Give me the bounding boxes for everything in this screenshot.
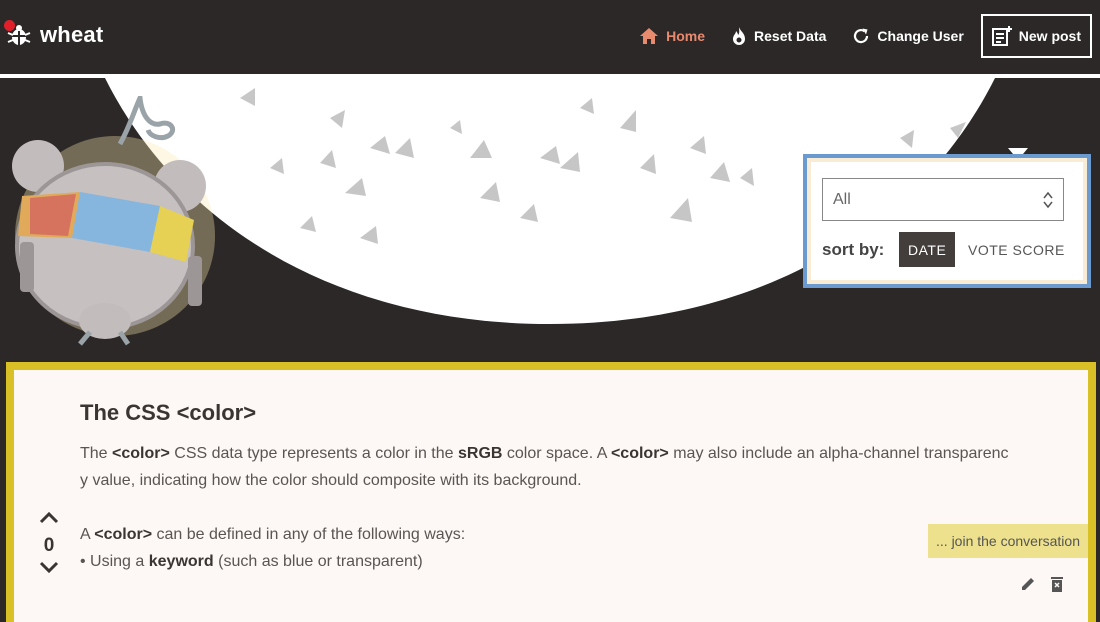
post-title[interactable]: The CSS <color> [80,400,256,426]
post-list-item: • Using a keyword (such as blue or trans… [80,548,1070,575]
new-post-label: New post [1018,28,1081,44]
mascot-illustration [12,96,215,346]
code-term: <color> [112,445,170,462]
text: The [80,445,113,462]
select-chevron-icon [1043,191,1053,208]
nav-home[interactable]: Home [626,14,718,58]
vote-score: 0 [43,535,55,556]
fire-icon [733,27,746,45]
nav-change-user-label: Change User [877,28,964,44]
join-conversation-link[interactable]: ... join the conversation [928,524,1088,558]
text: CSS data type represents a color in the [169,445,458,462]
text: can be defined in any of the following w… [152,526,466,543]
post-paragraph-2: A <color> can be defined in any of the f… [80,521,1070,548]
notification-dot [4,20,15,31]
sort-vote-score-button[interactable]: VOTE SCORE [968,232,1065,267]
post-body: The <color> CSS data type represents a c… [80,440,1070,575]
bug-icon [4,20,32,48]
post-card-inner: The CSS <color> The <color> CSS data typ… [14,370,1088,622]
nav-reset-label: Reset Data [754,28,827,44]
upvote-icon[interactable] [39,510,59,524]
nav-reset-data[interactable]: Reset Data [718,14,839,58]
main-nav: Home Reset Data Change User New post [626,14,1092,58]
text: color space. A [502,445,611,462]
top-navbar: wheat Home Reset Data Change User New po… [0,0,1100,74]
brand[interactable]: wheat [4,20,104,48]
text: A [80,526,95,543]
downvote-icon[interactable] [39,561,59,575]
post-paragraph-1: The <color> CSS data type represents a c… [80,440,1070,494]
term: sRGB [457,445,503,462]
brand-name: wheat [40,22,104,47]
post-actions [1020,576,1064,592]
sort-date-button[interactable]: DATE [899,232,956,267]
category-select[interactable]: All [822,178,1064,221]
vote-widget: 0 [36,510,62,580]
post-card: The CSS <color> The <color> CSS data typ… [6,362,1096,622]
hero-banner: All sort by: DATE VOTE SCORE [0,78,1100,360]
code-term: <color> [94,526,153,543]
nav-home-label: Home [666,28,706,44]
category-select-value: All [833,190,851,208]
edit-icon[interactable] [1020,576,1036,592]
new-post-icon [991,26,1012,46]
term: keyword [148,553,214,570]
text: • Using a [80,553,149,570]
delete-icon[interactable] [1050,576,1064,592]
text: (such as blue or transparent) [213,553,423,570]
refresh-icon [854,28,869,44]
text: y value, indicating how the color should… [80,472,582,489]
filter-panel: All sort by: DATE VOTE SCORE [803,154,1091,288]
home-icon [640,28,659,44]
code-term: <color> [610,445,669,462]
text: may also include an alpha-channel transp… [668,445,1009,462]
nav-change-user[interactable]: Change User [839,14,976,58]
sort-by-label: sort by: [822,240,885,259]
new-post-button[interactable]: New post [980,14,1092,58]
